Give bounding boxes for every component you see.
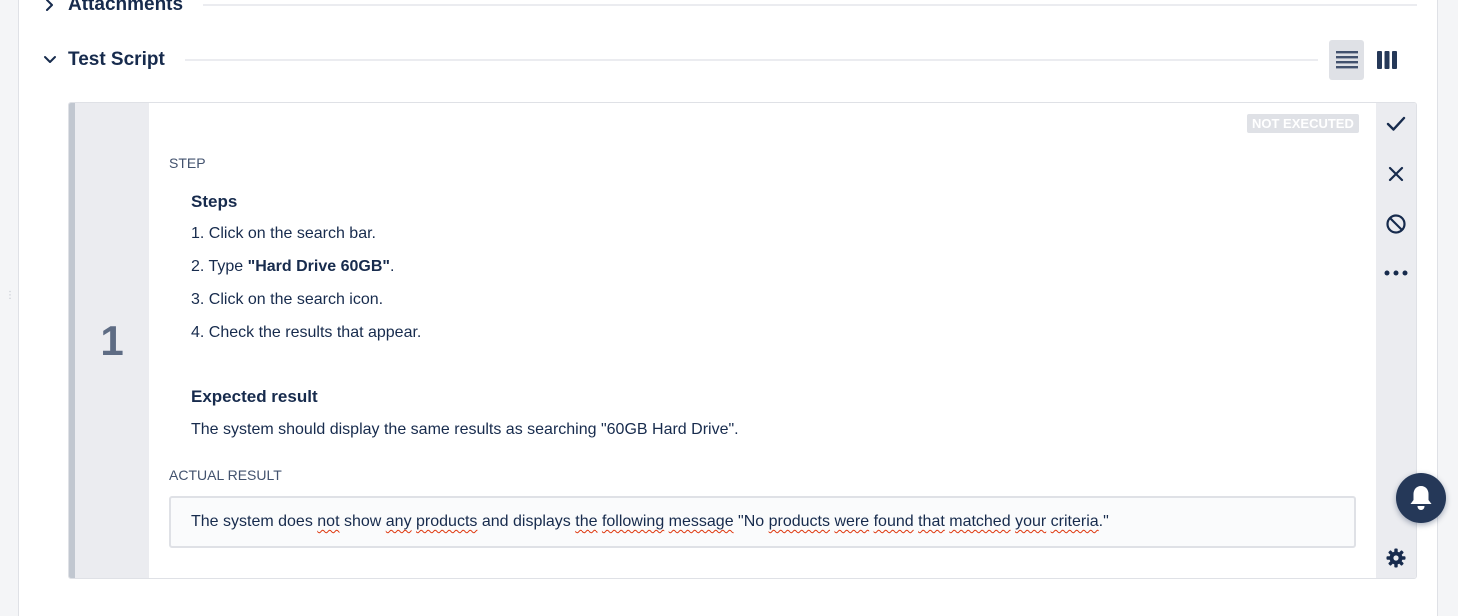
actual-text-part: The system does	[191, 513, 318, 530]
step-line-2-tail: .	[389, 258, 395, 275]
step-label: STEP	[169, 155, 206, 171]
spell-error-word: not	[317, 513, 340, 530]
spell-error-word: message	[668, 513, 734, 530]
step-line-2-bold: "Hard Drive 60GB"	[247, 258, 390, 275]
step-settings-button[interactable]	[1383, 545, 1409, 571]
blocked-icon	[1386, 214, 1406, 234]
step-line-4: 4. Check the results that appear.	[191, 324, 422, 341]
spell-error-word: products	[416, 513, 478, 530]
actual-result-label: ACTUAL RESULT	[169, 467, 282, 483]
actual-text-part: show	[339, 513, 386, 530]
spell-error-word: criteria	[1050, 513, 1099, 530]
expected-result-heading: Expected result	[191, 387, 318, 406]
spell-error-word: following	[601, 513, 665, 530]
close-icon	[1388, 166, 1404, 182]
more-actions-button[interactable]	[1383, 260, 1409, 286]
test-script-divider	[185, 59, 1318, 61]
step-line-3: 3. Click on the search icon.	[191, 291, 384, 308]
fail-step-button[interactable]	[1383, 161, 1409, 187]
status-badge: NOT EXECUTED	[1247, 114, 1359, 133]
columns-view-icon	[1376, 51, 1397, 69]
attachments-title: Attachments	[68, 0, 184, 15]
spell-error-word: your	[1015, 513, 1047, 530]
pass-step-button[interactable]	[1383, 111, 1409, 137]
step-line-2-text: 2. Type	[191, 258, 248, 275]
actual-text-part: "No	[733, 513, 769, 530]
attachments-divider	[203, 4, 1417, 6]
step-line-2: 2. Type "Hard Drive 60GB".	[191, 258, 394, 276]
bell-icon	[1410, 486, 1432, 510]
spell-error-word: matched	[949, 513, 1011, 530]
actual-result-text: The system does not show any products an…	[191, 513, 1109, 531]
check-icon	[1386, 116, 1406, 131]
gear-icon	[1386, 548, 1406, 568]
list-view-icon	[1335, 51, 1358, 69]
spell-error-word: found	[873, 513, 914, 530]
step-line-1: 1. Click on the search bar.	[191, 225, 376, 242]
step-number-column: 1	[75, 103, 149, 578]
spell-error-word: the	[575, 513, 598, 530]
test-script-section-header[interactable]: Test Script	[42, 49, 165, 71]
chevron-down-icon	[44, 56, 56, 63]
list-view-button[interactable]	[1329, 40, 1364, 80]
actual-result-field[interactable]: The system does not show any products an…	[169, 496, 1356, 548]
test-script-title: Test Script	[68, 49, 165, 70]
attachments-section-header[interactable]: Attachments	[42, 0, 183, 16]
spell-error-word: products	[768, 513, 830, 530]
spell-error-word: that	[918, 513, 945, 530]
columns-view-button[interactable]	[1369, 40, 1404, 80]
actual-text-part: and displays	[477, 513, 576, 530]
resize-handle[interactable]: ⋮	[5, 291, 15, 310]
steps-heading: Steps	[191, 192, 238, 211]
step-number: 1	[100, 316, 124, 364]
block-step-button[interactable]	[1383, 211, 1409, 237]
spell-error-word: were	[834, 513, 870, 530]
actual-text-part: ."	[1098, 513, 1109, 530]
spell-error-word: any	[385, 513, 412, 530]
expected-result-text: The system should display the same resul…	[191, 421, 739, 438]
notifications-button[interactable]	[1396, 473, 1446, 523]
more-icon	[1384, 270, 1408, 276]
chevron-right-icon	[46, 0, 53, 11]
